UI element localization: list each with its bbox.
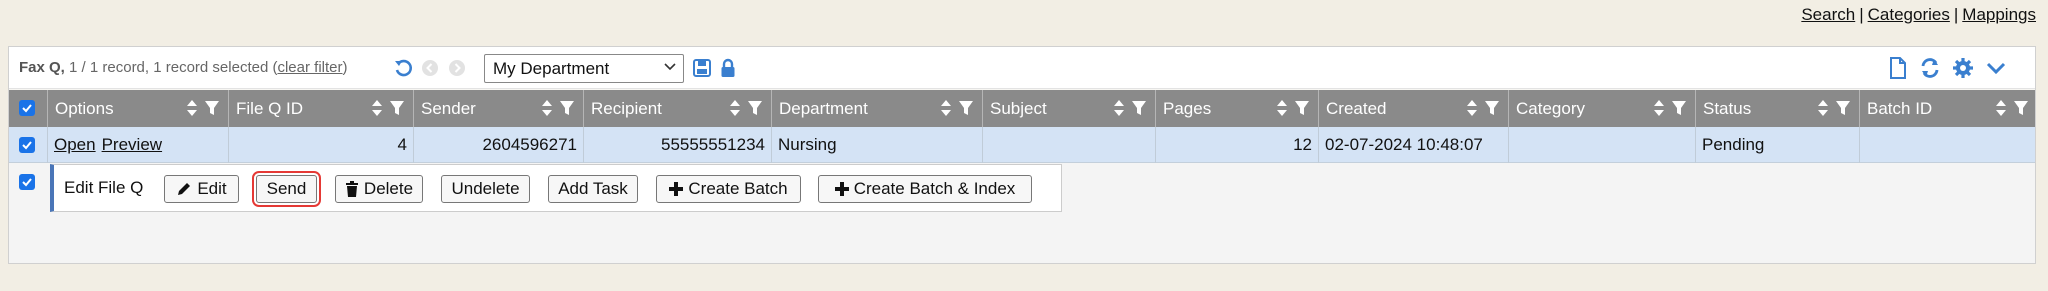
column-header-sender[interactable]: Sender <box>414 90 584 127</box>
chevron-down-icon <box>663 59 677 76</box>
sort-icon <box>1114 100 1124 116</box>
send-button[interactable]: Send <box>252 171 321 207</box>
filter-icon <box>1836 101 1850 115</box>
table-row[interactable]: Open Preview 4 2604596271 55555551234 Nur… <box>9 127 2035 163</box>
chevron-down-icon[interactable] <box>1985 57 2007 79</box>
categories-link[interactable]: Categories <box>1868 5 1950 24</box>
filter-icon <box>390 101 404 115</box>
department-cell: Nursing <box>772 127 983 163</box>
delete-button[interactable]: Delete <box>335 175 423 203</box>
pencil-icon <box>178 183 191 195</box>
filter-icon <box>560 101 574 115</box>
document-icon[interactable] <box>1887 57 1909 79</box>
add-task-button[interactable]: Add Task <box>548 175 638 203</box>
recipient-cell: 55555551234 <box>584 127 772 163</box>
gear-icon[interactable] <box>1952 57 1974 79</box>
header-select-all[interactable] <box>9 90 48 127</box>
refresh-icon[interactable] <box>1919 57 1941 79</box>
sender-cell: 2604596271 <box>414 127 584 163</box>
sort-icon <box>730 100 740 116</box>
subject-cell <box>983 127 1156 163</box>
column-header-file-q-id[interactable]: File Q ID <box>229 90 414 127</box>
column-header-status[interactable]: Status <box>1696 90 1860 127</box>
column-header-batch-id[interactable]: Batch ID <box>1860 90 2037 127</box>
preview-link[interactable]: Preview <box>102 135 162 154</box>
department-select[interactable]: My Department <box>484 54 684 83</box>
batch-id-cell <box>1860 127 2037 163</box>
queue-name: Fax Q, <box>19 59 65 76</box>
select-all-checkbox[interactable] <box>19 100 35 116</box>
file-q-id-cell: 4 <box>229 127 414 163</box>
search-link[interactable]: Search <box>1801 5 1855 24</box>
create-batch-and-index-button[interactable]: Create Batch & Index <box>818 175 1032 203</box>
sort-icon <box>372 100 382 116</box>
grid-toolbar: Fax Q, 1 / 1 record, 1 record selected (… <box>9 47 2035 89</box>
clear-filter-link[interactable]: clear filter <box>277 59 342 76</box>
open-link[interactable]: Open <box>54 135 96 154</box>
edit-panel-title: Edit File Q <box>64 178 144 197</box>
sort-icon <box>187 100 197 116</box>
column-header-recipient[interactable]: Recipient <box>584 90 772 127</box>
top-links: Search | Categories | Mappings <box>1801 5 2036 24</box>
back-arrow-icon <box>419 57 441 79</box>
sort-icon <box>542 100 552 116</box>
sort-icon <box>1467 100 1477 116</box>
plus-icon <box>834 182 849 196</box>
column-header-options[interactable]: Options <box>48 90 229 127</box>
sort-icon <box>1818 100 1828 116</box>
filter-icon <box>1132 101 1146 115</box>
undo-icon[interactable] <box>392 57 414 79</box>
column-header-category[interactable]: Category <box>1509 90 1696 127</box>
row-select-cell[interactable] <box>9 127 48 163</box>
category-cell <box>1509 127 1696 163</box>
edit-file-q-panel: Edit File Q Edit Send Delete Undelete Ad… <box>50 164 1062 212</box>
column-header-pages[interactable]: Pages <box>1156 90 1319 127</box>
queue-summary: Fax Q, 1 / 1 record, 1 record selected (… <box>19 59 348 76</box>
filter-icon <box>205 101 219 115</box>
options-cell: Open Preview <box>48 127 229 163</box>
create-batch-button[interactable]: Create Batch <box>656 175 801 203</box>
grid-header: Options File Q ID Sender Recipient Depar… <box>9 90 2035 127</box>
pages-cell: 12 <box>1156 127 1319 163</box>
filter-icon <box>959 101 973 115</box>
row-checkbox[interactable] <box>19 137 35 153</box>
record-info: 1 / 1 record, 1 record selected ( <box>69 59 278 76</box>
filter-icon <box>748 101 762 115</box>
lock-icon[interactable] <box>717 57 739 79</box>
sort-icon <box>1654 100 1664 116</box>
sort-icon <box>1996 100 2006 116</box>
sort-icon <box>1277 100 1287 116</box>
undelete-button[interactable]: Undelete <box>441 175 530 203</box>
edit-button[interactable]: Edit <box>164 175 239 203</box>
sort-icon <box>941 100 951 116</box>
detail-checkbox[interactable] <box>19 174 35 190</box>
column-header-subject[interactable]: Subject <box>983 90 1156 127</box>
column-header-created[interactable]: Created <box>1319 90 1509 127</box>
filter-icon <box>1672 101 1686 115</box>
plus-icon <box>669 182 684 196</box>
status-cell: Pending <box>1696 127 1860 163</box>
save-icon[interactable] <box>691 57 713 79</box>
fax-queue-panel: Fax Q, 1 / 1 record, 1 record selected (… <box>8 46 2036 264</box>
created-cell: 02-07-2024 10:48:07 <box>1319 127 1509 163</box>
mappings-link[interactable]: Mappings <box>1962 5 2036 24</box>
trash-icon <box>345 181 358 197</box>
filter-icon <box>2014 101 2028 115</box>
filter-icon <box>1485 101 1499 115</box>
column-header-department[interactable]: Department <box>772 90 983 127</box>
filter-icon <box>1295 101 1309 115</box>
forward-arrow-icon <box>446 57 468 79</box>
